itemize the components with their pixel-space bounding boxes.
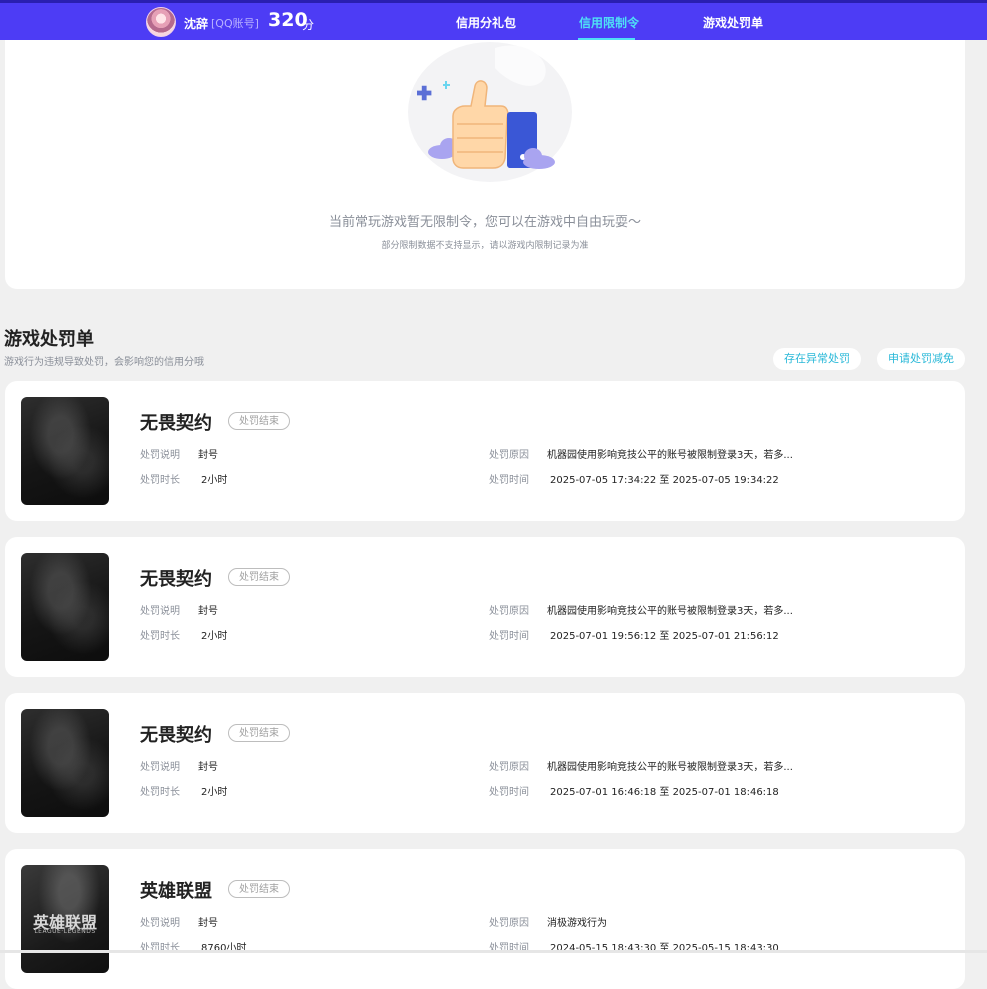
penalty-reason-value: 机器园使用影响竞技公平的账号被限制登录3天，若多... bbox=[547, 450, 793, 461]
penalty-time-label: 处罚时间 bbox=[489, 787, 529, 798]
restriction-empty-card: 当前常玩游戏暂无限制令，您可以在游戏中自由玩耍～ 部分限制数据不支持显示，请以游… bbox=[5, 40, 965, 289]
apply-penalty-reduction-button[interactable]: 申请处罚减免 bbox=[877, 348, 965, 370]
game-name: 无畏契约 bbox=[140, 569, 212, 590]
penalty-reason-label: 处罚原因 bbox=[489, 450, 529, 461]
game-thumbnail bbox=[21, 709, 109, 817]
penalty-time-label: 处罚时间 bbox=[489, 631, 529, 642]
tab-credit-gift[interactable]: 信用分礼包 bbox=[456, 14, 516, 31]
penalty-time-value: 2025-07-01 16:46:18 至 2025-07-01 18:46:1… bbox=[550, 787, 779, 798]
empty-state-message: 当前常玩游戏暂无限制令，您可以在游戏中自由玩耍～ bbox=[328, 215, 641, 230]
status-badge: 处罚结束 bbox=[228, 412, 290, 430]
game-thumbnail: 英雄联盟 LEAGUE·LEGENDS bbox=[21, 865, 109, 973]
penalty-reason-label: 处罚原因 bbox=[489, 762, 529, 773]
penalty-duration-value: 2小时 bbox=[201, 787, 228, 798]
tab-credit-restriction[interactable]: 信用限制令 bbox=[579, 14, 639, 31]
game-name: 英雄联盟 bbox=[140, 881, 212, 902]
penalty-reason-value: 消极游戏行为 bbox=[547, 918, 607, 929]
user-avatar[interactable] bbox=[146, 7, 176, 37]
penalty-reason-value: 机器园使用影响竞技公平的账号被限制登录3天，若多... bbox=[547, 606, 793, 617]
penalty-desc-value: 封号 bbox=[198, 762, 218, 773]
status-badge: 处罚结束 bbox=[228, 880, 290, 898]
penalty-reason-label: 处罚原因 bbox=[489, 606, 529, 617]
game-thumbnail bbox=[21, 553, 109, 661]
game-name: 无畏契约 bbox=[140, 725, 212, 746]
penalty-card[interactable]: 无畏契约 处罚结束 处罚说明 封号 处罚时长 2小时 处罚原因 机器园使用影响竞… bbox=[5, 693, 965, 833]
top-nav-bar: 沈辞 [QQ账号] 320 分 信用分礼包 信用限制令 游戏处罚单 bbox=[0, 0, 987, 40]
penalty-time-value: 2025-07-05 17:34:22 至 2025-07-05 19:34:2… bbox=[550, 475, 779, 486]
penalty-duration-value: 2小时 bbox=[201, 475, 228, 486]
section-title: 游戏处罚单 bbox=[4, 329, 94, 350]
status-badge: 处罚结束 bbox=[228, 568, 290, 586]
penalty-card[interactable]: 英雄联盟 LEAGUE·LEGENDS 英雄联盟 处罚结束 处罚说明 封号 处罚… bbox=[5, 849, 965, 989]
account-type-tag: [QQ账号] bbox=[211, 17, 259, 30]
penalty-duration-label: 处罚时长 bbox=[140, 787, 180, 798]
penalty-duration-label: 处罚时长 bbox=[140, 631, 180, 642]
penalty-duration-label: 处罚时长 bbox=[140, 475, 180, 486]
game-name: 无畏契约 bbox=[140, 413, 212, 434]
thumbs-up-illustration bbox=[408, 42, 572, 182]
penalty-desc-value: 封号 bbox=[198, 450, 218, 461]
section-subtitle: 游戏行为违规导致处罚，会影响您的信用分哦 bbox=[4, 357, 204, 368]
penalty-time-label: 处罚时间 bbox=[489, 475, 529, 486]
penalty-reason-label: 处罚原因 bbox=[489, 918, 529, 929]
penalty-desc-label: 处罚说明 bbox=[140, 762, 180, 773]
empty-state-note: 部分限制数据不支持显示，请以游戏内限制记录为准 bbox=[381, 241, 589, 251]
penalty-desc-label: 处罚说明 bbox=[140, 606, 180, 617]
status-badge: 处罚结束 bbox=[228, 724, 290, 742]
game-logo-subtext: LEAGUE·LEGENDS bbox=[34, 928, 96, 935]
penalty-desc-value: 封号 bbox=[198, 918, 218, 929]
penalty-time-value: 2025-07-01 19:56:12 至 2025-07-01 21:56:1… bbox=[550, 631, 779, 642]
game-thumbnail bbox=[21, 397, 109, 505]
penalty-desc-label: 处罚说明 bbox=[140, 450, 180, 461]
penalty-desc-label: 处罚说明 bbox=[140, 918, 180, 929]
penalty-card[interactable]: 无畏契约 处罚结束 处罚说明 封号 处罚时长 2小时 处罚原因 机器园使用影响竞… bbox=[5, 537, 965, 677]
penalty-duration-value: 2小时 bbox=[201, 631, 228, 642]
penalty-card[interactable]: 无畏契约 处罚结束 处罚说明 封号 处罚时长 2小时 处罚原因 机器园使用影响竞… bbox=[5, 381, 965, 521]
penalty-reason-value: 机器园使用影响竞技公平的账号被限制登录3天，若多... bbox=[547, 762, 793, 773]
user-name: 沈辞 bbox=[184, 17, 209, 31]
credit-score-unit: 分 bbox=[302, 18, 315, 32]
tab-game-penalty[interactable]: 游戏处罚单 bbox=[703, 14, 763, 31]
penalty-desc-value: 封号 bbox=[198, 606, 218, 617]
report-abnormal-penalty-button[interactable]: 存在异常处罚 bbox=[773, 348, 861, 370]
